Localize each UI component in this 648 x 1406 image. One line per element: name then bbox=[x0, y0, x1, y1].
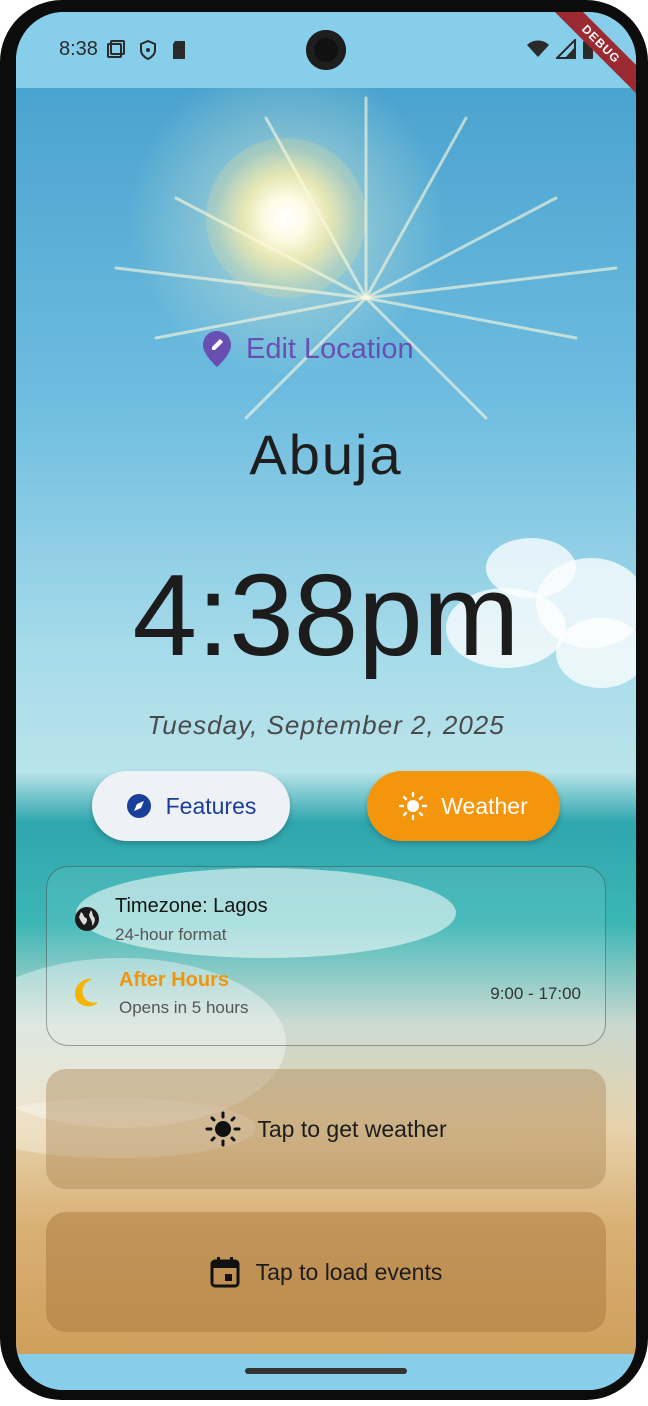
features-button[interactable]: Features bbox=[92, 771, 290, 841]
weather-label: Weather bbox=[441, 792, 528, 819]
current-date: Tuesday, September 2, 2025 bbox=[147, 710, 505, 740]
business-hours: 9:00 - 17:00 bbox=[490, 984, 581, 1003]
current-time: 4:38pm bbox=[132, 550, 520, 680]
app-screen: 8:38 DEBUG Edit Location Abuja 4:38pm Tu… bbox=[16, 12, 636, 1390]
screenshot-icon bbox=[107, 40, 125, 58]
signal-icon bbox=[556, 39, 576, 59]
status-time: 8:38 bbox=[59, 38, 98, 60]
compass-icon bbox=[126, 794, 151, 818]
get-weather-label: Tap to get weather bbox=[257, 1115, 447, 1142]
timezone-title: Timezone: Lagos bbox=[115, 895, 268, 917]
city-name: Abuja bbox=[249, 423, 403, 486]
business-status-subtitle: Opens in 5 hours bbox=[119, 998, 249, 1017]
location-pin-edit-icon bbox=[203, 331, 231, 367]
phone-frame: 8:38 DEBUG Edit Location Abuja 4:38pm Tu… bbox=[0, 0, 648, 1400]
globe-icon bbox=[75, 907, 99, 931]
moon-icon bbox=[75, 978, 98, 1007]
get-weather-button[interactable]: Tap to get weather bbox=[46, 1069, 606, 1189]
sun-icon bbox=[399, 792, 428, 820]
calendar-icon bbox=[210, 1257, 240, 1288]
timezone-format: 24-hour format bbox=[115, 925, 227, 944]
navigation-bar bbox=[16, 1354, 636, 1390]
sun-icon bbox=[205, 1111, 241, 1147]
status-left-icons bbox=[106, 40, 188, 60]
edit-location-button[interactable]: Edit Location bbox=[202, 330, 414, 368]
wifi-icon bbox=[527, 40, 549, 57]
business-status-title: After Hours bbox=[119, 969, 230, 991]
sd-card-icon bbox=[173, 41, 185, 59]
main-content: Edit Location Abuja 4:38pm Tuesday, Sept… bbox=[16, 12, 636, 1390]
edit-location-label: Edit Location bbox=[246, 332, 414, 365]
front-camera bbox=[306, 30, 346, 70]
load-events-label: Tap to load events bbox=[255, 1258, 443, 1285]
status-bar: 8:38 DEBUG bbox=[16, 12, 636, 98]
home-indicator[interactable] bbox=[245, 1368, 407, 1374]
load-events-button[interactable]: Tap to load events bbox=[46, 1212, 606, 1332]
features-label: Features bbox=[165, 792, 257, 819]
shield-icon bbox=[140, 40, 156, 60]
weather-button[interactable]: Weather bbox=[367, 771, 560, 841]
timezone-info-card: Timezone: Lagos 24-hour format After Hou… bbox=[46, 866, 606, 1046]
